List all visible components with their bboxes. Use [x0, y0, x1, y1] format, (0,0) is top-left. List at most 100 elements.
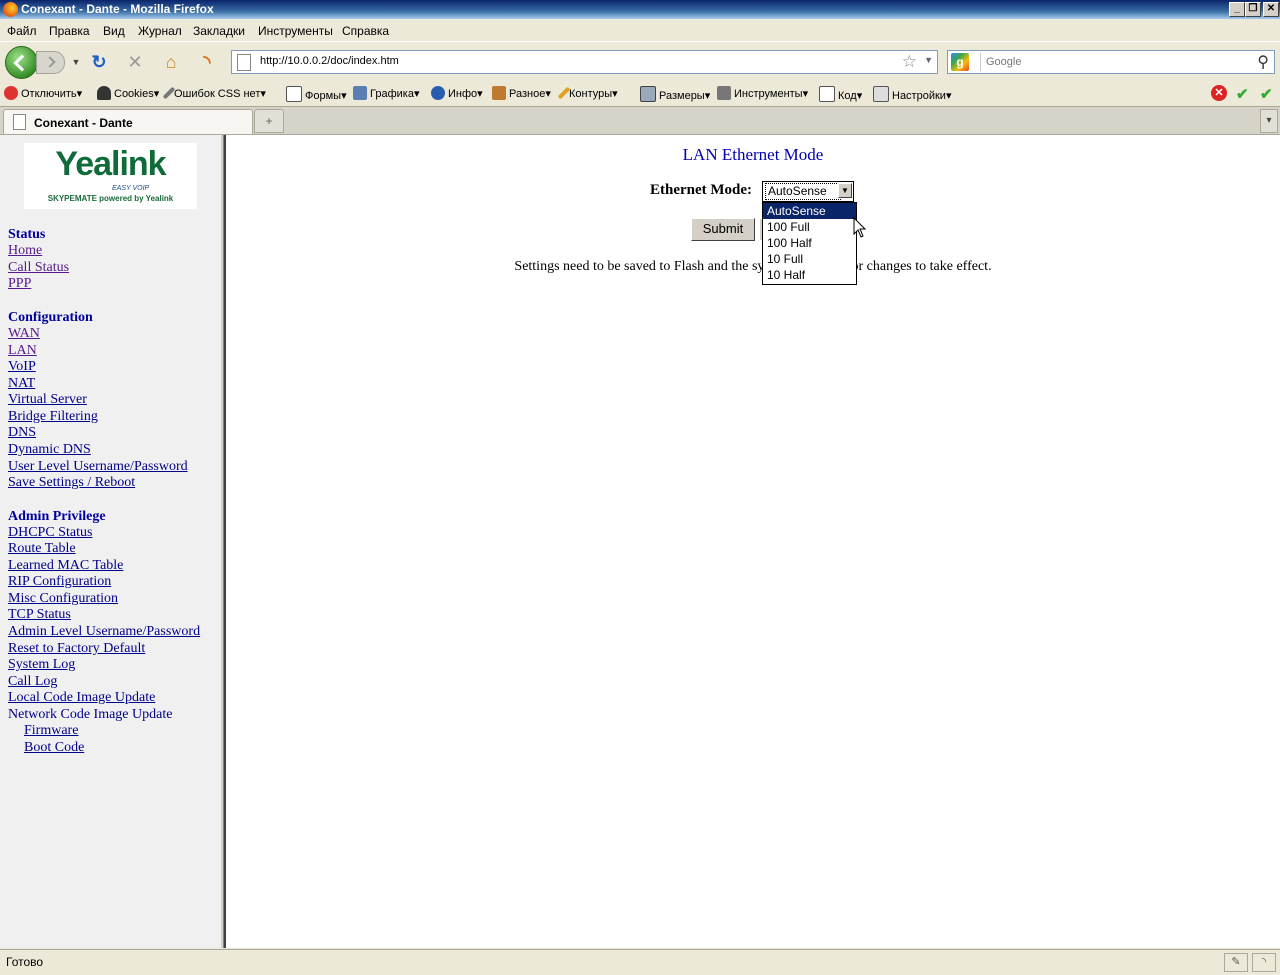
dev-item-label: Настройки — [892, 90, 946, 102]
html-valid-check-icon[interactable]: ✔ — [1260, 85, 1273, 103]
link-ppp[interactable]: PPP — [8, 276, 31, 292]
link-virtual-server[interactable]: Virtual Server — [8, 392, 87, 408]
link-rip-configuration[interactable]: RIP Configuration — [8, 574, 111, 590]
dev-css-menu[interactable]: Ошибок CSS нет▾ — [162, 86, 266, 100]
search-separator — [980, 53, 981, 71]
dev-item-label: Cookies — [114, 88, 154, 100]
link-voip[interactable]: VoIP — [8, 359, 36, 375]
forms-icon — [286, 86, 302, 102]
reload-icon[interactable]: ↻ — [89, 52, 109, 72]
link-learned-mac-table[interactable]: Learned MAC Table — [8, 558, 123, 574]
option-10-half[interactable]: 10 Half — [763, 267, 856, 283]
dev-info-menu[interactable]: Инфо▾ — [431, 86, 483, 100]
stop-icon[interactable]: ✕ — [125, 52, 145, 72]
menu-history[interactable]: Журнал — [138, 24, 182, 38]
status-text: Готово — [6, 955, 44, 969]
dev-images-menu[interactable]: Графика▾ — [353, 86, 419, 100]
dev-resize-menu[interactable]: Размеры▾ — [640, 86, 710, 102]
link-user-level-password[interactable]: User Level Username/Password — [8, 459, 188, 475]
google-icon[interactable]: g — [951, 53, 969, 71]
url-dropdown-icon[interactable]: ▼ — [924, 55, 933, 65]
restore-button[interactable]: ❐ — [1245, 2, 1261, 17]
dev-outline-menu[interactable]: Контуры▾ — [557, 86, 618, 100]
menu-file[interactable]: Файл — [7, 24, 37, 38]
page-title: LAN Ethernet Mode — [682, 145, 824, 164]
link-dns[interactable]: DNS — [8, 425, 36, 441]
link-dynamic-dns[interactable]: Dynamic DNS — [8, 442, 91, 458]
ethernet-mode-value[interactable]: AutoSense — [765, 183, 841, 200]
link-firmware[interactable]: Firmware — [24, 723, 78, 739]
link-reset-factory-default[interactable]: Reset to Factory Default — [8, 641, 145, 657]
error-status-icon[interactable]: ✕ — [1211, 85, 1227, 101]
link-home[interactable]: Home — [8, 243, 42, 259]
tab-active[interactable]: Conexant - Dante — [3, 109, 253, 134]
url-text[interactable]: http://10.0.0.2/doc/index.htm — [260, 55, 399, 67]
logo-tagline: EASY VOIP — [112, 185, 150, 192]
close-button[interactable]: ✕ — [1263, 2, 1279, 17]
link-system-log[interactable]: System Log — [8, 657, 75, 673]
option-100-full[interactable]: 100 Full — [763, 219, 856, 235]
status-rss-icon[interactable]: ◝ — [1252, 953, 1276, 972]
address-bar[interactable]: http://10.0.0.2/doc/index.htm ☆ ▼ — [231, 50, 938, 74]
link-call-log[interactable]: Call Log — [8, 674, 57, 690]
dev-item-label: Контуры — [569, 88, 613, 100]
forward-button[interactable] — [36, 51, 65, 74]
dev-misc-menu[interactable]: Разное▾ — [492, 86, 551, 100]
ethernet-mode-select[interactable]: AutoSense ▼ — [762, 181, 854, 202]
link-tcp-status[interactable]: TCP Status — [8, 607, 71, 623]
dev-tools-menu[interactable]: Инструменты▾ — [717, 86, 808, 100]
link-admin-level-password[interactable]: Admin Level Username/Password — [8, 624, 200, 640]
link-local-code-image-update[interactable]: Local Code Image Update — [8, 690, 155, 706]
source-icon — [819, 86, 835, 102]
search-magnifier-icon[interactable]: ⚲ — [1257, 52, 1269, 72]
rss-icon[interactable]: ◝ — [197, 52, 217, 72]
options-icon — [873, 86, 889, 102]
history-dropdown-icon[interactable]: ▼ — [66, 52, 86, 72]
label-network-code-image-update: Network Code Image Update — [8, 707, 173, 722]
home-icon[interactable]: ⌂ — [161, 52, 181, 72]
dev-forms-menu[interactable]: Формы▾ — [286, 86, 347, 102]
reboot-notice: Settings need to be saved to Flash and t… — [514, 259, 992, 274]
menu-help[interactable]: Справка — [342, 24, 389, 38]
web-developer-toolbar: Отключить▾ Cookies▾ Ошибок CSS нет▾ Форм… — [0, 82, 1280, 107]
menu-tools[interactable]: Инструменты — [258, 24, 333, 38]
tab-list-button[interactable]: ▾ — [1260, 109, 1278, 133]
dev-item-label: Графика — [370, 88, 414, 100]
back-button[interactable] — [5, 46, 38, 79]
link-lan[interactable]: LAN — [8, 343, 37, 359]
dev-cookies-menu[interactable]: Cookies▾ — [97, 86, 159, 100]
dev-item-label: Ошибок CSS нет — [174, 88, 261, 100]
menu-edit[interactable]: Правка — [49, 24, 90, 38]
dev-options-menu[interactable]: Настройки▾ — [873, 86, 951, 102]
option-100-half[interactable]: 100 Half — [763, 235, 856, 251]
status-addon-icon[interactable]: ✎ — [1224, 953, 1248, 972]
link-misc-configuration[interactable]: Misc Configuration — [8, 591, 118, 607]
bookmark-star-icon[interactable]: ☆ — [902, 52, 917, 72]
yealink-logo: Yealink EASY VOIP SKYPEMATE powered by Y… — [24, 143, 197, 209]
option-autosense[interactable]: AutoSense — [763, 203, 856, 219]
dev-source-menu[interactable]: Код▾ — [819, 86, 862, 102]
submit-button[interactable]: Submit — [691, 218, 755, 241]
menu-view[interactable]: Вид — [103, 24, 125, 38]
logo-subline: SKYPEMATE powered by Yealink — [47, 194, 174, 203]
link-route-table[interactable]: Route Table — [8, 541, 76, 557]
select-arrow-icon[interactable]: ▼ — [838, 183, 852, 198]
link-dhcpc-status[interactable]: DHCPC Status — [8, 525, 92, 541]
link-call-status[interactable]: Call Status — [8, 260, 69, 276]
option-10-full[interactable]: 10 Full — [763, 251, 856, 267]
link-save-settings-reboot[interactable]: Save Settings / Reboot — [8, 475, 135, 491]
dev-disable-menu[interactable]: Отключить▾ — [4, 86, 82, 100]
menu-bookmarks[interactable]: Закладки — [193, 24, 245, 38]
dev-item-label: Размеры — [659, 90, 705, 102]
tab-page-icon — [13, 114, 26, 130]
css-valid-check-icon[interactable]: ✔ — [1236, 85, 1249, 103]
minimize-button[interactable]: _ — [1229, 2, 1245, 17]
link-wan[interactable]: WAN — [8, 326, 40, 342]
search-bar[interactable]: g Google ⚲ — [947, 50, 1275, 74]
new-tab-button[interactable]: + — [254, 109, 284, 133]
link-boot-code[interactable]: Boot Code — [24, 740, 84, 756]
link-nat[interactable]: NAT — [8, 376, 35, 392]
tab-label: Conexant - Dante — [34, 116, 133, 130]
link-bridge-filtering[interactable]: Bridge Filtering — [8, 409, 98, 425]
search-input[interactable]: Google — [986, 56, 1021, 68]
